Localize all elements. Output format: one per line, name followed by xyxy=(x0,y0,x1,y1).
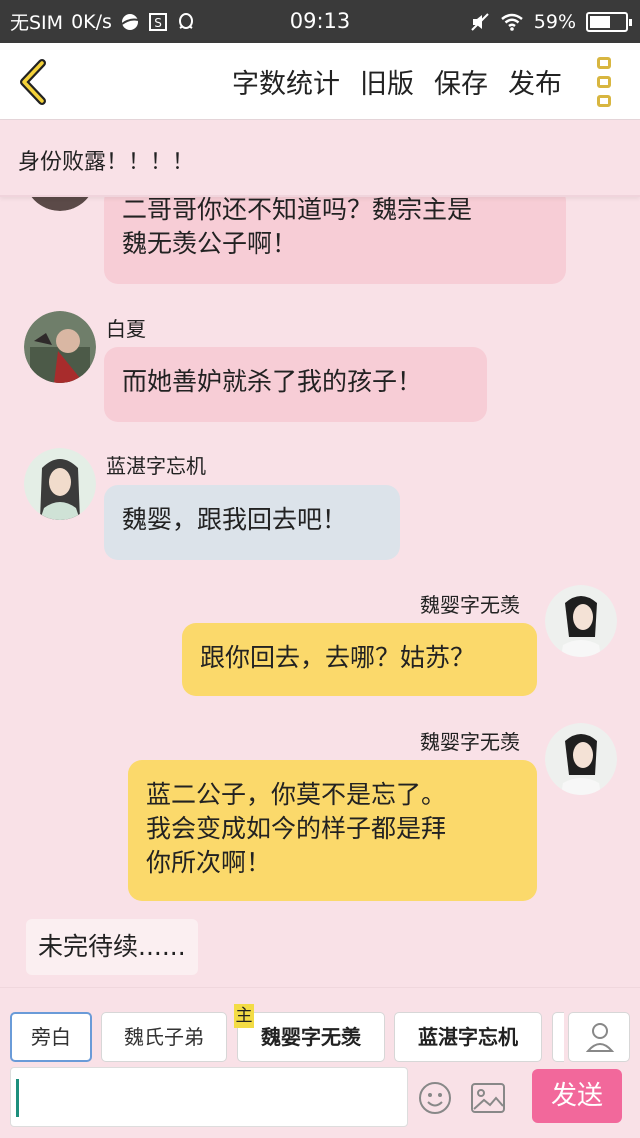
word-count-button[interactable]: 字数统计 xyxy=(232,62,340,101)
header-actions: 字数统计 旧版 保存 发布 xyxy=(232,43,562,120)
status-bar: 无SIM 0K/s S 09:13 59% xyxy=(0,0,640,43)
role-lan-zhan[interactable]: 蓝湛字忘机 xyxy=(394,1012,542,1062)
back-chevron-icon[interactable] xyxy=(14,57,54,107)
message-input[interactable] xyxy=(10,1067,408,1127)
chat-bubble[interactable]: 蓝二公子，你莫不是忘了。 我会变成如今的样子都是拜 你所次啊！ xyxy=(128,760,537,901)
old-version-button[interactable]: 旧版 xyxy=(360,62,414,101)
avatar[interactable] xyxy=(545,585,617,657)
add-role-button[interactable] xyxy=(568,1012,630,1062)
role-partial[interactable] xyxy=(552,1012,564,1062)
chat-bubble[interactable]: 跟你回去，去哪？姑苏？ xyxy=(182,623,537,696)
image-icon[interactable] xyxy=(470,1081,506,1115)
chat-bubble[interactable]: 二哥哥你还不知道吗？魏宗主是 魏无羡公子啊！ xyxy=(104,197,566,284)
battery-percent: 59% xyxy=(533,10,576,33)
text-caret xyxy=(16,1079,19,1117)
editor-header: 字数统计 旧版 保存 发布 xyxy=(0,43,640,120)
story-title: 身份败露！！！！ xyxy=(18,150,195,175)
role-wei-ying[interactable]: 魏婴字无羡 xyxy=(237,1012,385,1062)
sender-name: 白夏 xyxy=(106,317,146,341)
chat-bubble[interactable]: 魏婴，跟我回去吧！ xyxy=(104,485,400,560)
input-bar: 发送 xyxy=(0,1067,640,1138)
avatar[interactable] xyxy=(24,448,96,520)
main-role-tag: 主 xyxy=(234,1004,254,1028)
more-menu-icon[interactable] xyxy=(597,57,615,107)
story-title-bar[interactable]: 身份败露！！！！ xyxy=(0,120,640,197)
narration-bubble[interactable]: 未完待续...... xyxy=(26,919,198,975)
emoji-icon[interactable] xyxy=(418,1081,452,1115)
avatar[interactable] xyxy=(24,311,96,383)
role-selector: 旁白 魏氏子弟 魏婴字无羡 主 蓝湛字忘机 xyxy=(0,987,640,1067)
role-wei-disciple[interactable]: 魏氏子弟 xyxy=(101,1012,227,1062)
save-button[interactable]: 保存 xyxy=(434,62,488,101)
mute-icon xyxy=(471,12,489,31)
battery-icon xyxy=(586,11,632,32)
sender-name: 魏婴字无羡 xyxy=(420,730,520,754)
chat-bubble[interactable]: 而她善妒就杀了我的孩子！ xyxy=(104,347,487,422)
chat-area[interactable]: 二哥哥你还不知道吗？魏宗主是 魏无羡公子啊！ 白夏 而她善妒就杀了我的孩子！ 蓝… xyxy=(0,197,640,987)
wifi-icon xyxy=(500,13,523,31)
sender-name: 魏婴字无羡 xyxy=(420,593,520,617)
sender-name: 蓝湛字忘机 xyxy=(106,454,206,478)
avatar[interactable] xyxy=(24,197,96,211)
role-narrator[interactable]: 旁白 xyxy=(10,1012,92,1062)
send-button[interactable]: 发送 xyxy=(532,1069,622,1123)
user-icon xyxy=(585,1023,615,1052)
avatar[interactable] xyxy=(545,723,617,795)
publish-button[interactable]: 发布 xyxy=(508,62,562,101)
status-right: 59% xyxy=(470,0,632,43)
